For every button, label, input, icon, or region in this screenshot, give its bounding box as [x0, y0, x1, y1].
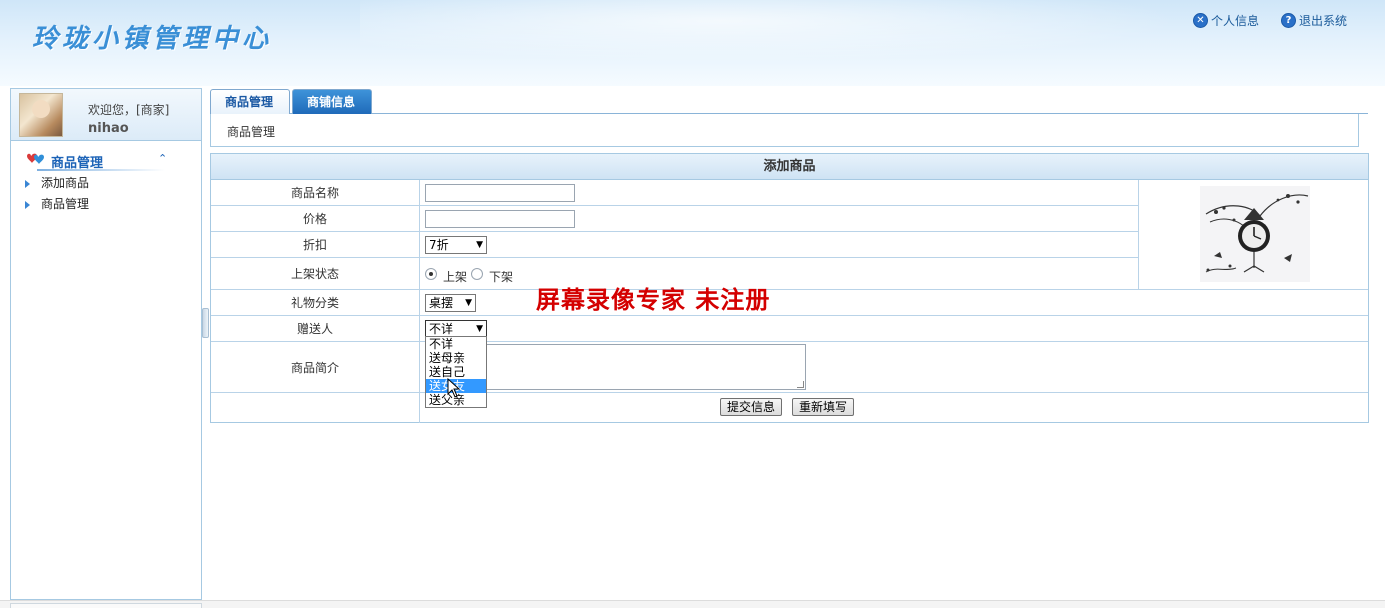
breadcrumb-bar: 商品管理: [210, 114, 1359, 147]
gift-category-select-value: 桌摆: [429, 296, 454, 310]
arrow-right-icon: [25, 201, 30, 209]
sidebar-item-label: 商品管理: [41, 197, 90, 211]
price-label: 价格: [211, 206, 420, 231]
breadcrumb: 商品管理: [227, 125, 276, 139]
sidebar-footer: [10, 603, 202, 608]
logout-link-label: 退出系统: [1298, 14, 1347, 28]
discount-select[interactable]: 7折 ▼: [425, 235, 487, 254]
recipient-option[interactable]: 送母亲: [426, 351, 486, 365]
footer-bar: [0, 600, 1385, 608]
description-label: 商品简介: [211, 342, 420, 392]
welcome-text: 欢迎您，[商家]: [88, 103, 170, 117]
tab-goods-management[interactable]: 商品管理: [210, 89, 290, 115]
app-title: 玲珑小镇管理中心: [32, 24, 273, 54]
discount-select-value: 7折: [429, 238, 449, 252]
header-decoration: [360, 0, 1260, 70]
tab-bar: 商品管理 商铺信息: [210, 88, 1368, 115]
tab-shop-info[interactable]: 商铺信息: [292, 89, 372, 114]
gift-category-select[interactable]: 桌摆 ▼: [425, 293, 476, 312]
recipient-select-value: 不详: [429, 322, 454, 336]
form-title: 添加商品: [211, 154, 1368, 180]
username: nihao: [88, 121, 129, 136]
status-off-label: 下架: [489, 270, 514, 284]
profile-link[interactable]: ✕ 个人信息: [1192, 12, 1259, 29]
row-recipient: 赠送人 不详 ▼: [211, 316, 1368, 342]
sidebar-splitter-handle[interactable]: [202, 308, 209, 338]
gift-category-label: 礼物分类: [211, 290, 420, 315]
row-goods-name: 商品名称: [211, 180, 1138, 206]
profile-link-label: 个人信息: [1210, 14, 1259, 28]
close-icon: ✕: [1192, 13, 1208, 28]
reset-button[interactable]: 重新填写: [792, 398, 855, 416]
dropdown-arrow-icon: ▼: [465, 297, 472, 308]
sidebar-item-label: 添加商品: [41, 176, 90, 190]
discount-label: 折扣: [211, 232, 420, 257]
recipient-select[interactable]: 不详 ▼: [425, 319, 487, 338]
goods-image: [1200, 186, 1310, 282]
sidebar: 欢迎您，[商家] nihao 商品管理 ⌃ 添加商品 商品管理: [10, 88, 202, 600]
hearts-icon: [27, 153, 44, 164]
arrow-right-icon: [25, 180, 30, 188]
avatar: [19, 93, 63, 137]
radio-checked-icon: [425, 267, 437, 280]
row-description: 商品简介: [211, 342, 1368, 393]
top-links: ✕ 个人信息 ? 退出系统: [1192, 12, 1347, 29]
dropdown-arrow-icon: ▼: [476, 239, 483, 250]
row-price: 价格: [211, 206, 1138, 232]
menu-underline: [37, 169, 165, 171]
menu-section-goods[interactable]: 商品管理 ⌃: [11, 151, 201, 173]
row-discount: 折扣 7折 ▼: [211, 232, 1138, 258]
recipient-option[interactable]: 不详: [426, 337, 486, 351]
status-on-radio[interactable]: 上架: [425, 267, 468, 285]
watermark: 屏幕录像专家 未注册: [536, 285, 771, 314]
status-on-label: 上架: [443, 270, 468, 284]
sidebar-item-manage-goods[interactable]: 商品管理: [11, 194, 201, 215]
sidebar-item-add-goods[interactable]: 添加商品: [11, 173, 201, 194]
help-icon: ?: [1280, 13, 1296, 28]
logout-link[interactable]: ? 退出系统: [1280, 12, 1347, 29]
mouse-cursor-icon: [447, 378, 461, 398]
add-goods-form: 添加商品 商品名称 价格 折扣 7折 ▼ 上架状态 上架 下架 礼物分类 桌摆 …: [210, 153, 1369, 423]
status-label: 上架状态: [211, 258, 420, 289]
header: 玲珑小镇管理中心 ✕ 个人信息 ? 退出系统: [0, 0, 1385, 86]
price-input[interactable]: [425, 209, 575, 228]
actions-label-cell: [211, 393, 420, 423]
submit-button[interactable]: 提交信息: [720, 398, 783, 416]
row-actions: 提交信息 重新填写: [211, 393, 1368, 423]
radio-unchecked-icon: [471, 267, 484, 280]
status-off-radio[interactable]: 下架: [471, 267, 514, 285]
goods-name-input[interactable]: [425, 183, 575, 202]
goods-image-cell: [1138, 180, 1368, 290]
goods-name-label: 商品名称: [211, 180, 420, 205]
row-gift-category: 礼物分类 桌摆 ▼: [211, 290, 1368, 316]
collapse-icon[interactable]: ⌃: [158, 152, 167, 165]
recipient-label: 赠送人: [211, 316, 420, 341]
recipient-option[interactable]: 送自己: [426, 365, 486, 379]
user-panel: 欢迎您，[商家] nihao: [11, 89, 201, 141]
dropdown-arrow-icon: ▼: [476, 323, 483, 334]
